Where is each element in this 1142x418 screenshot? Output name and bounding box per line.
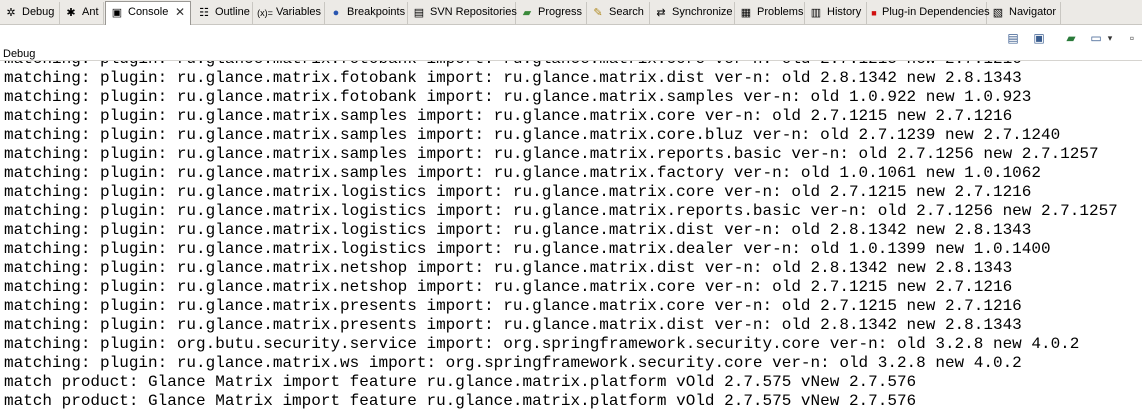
console-output[interactable]: matching: plugin: ru.glance.matrix.fotob…: [0, 61, 1142, 418]
console-line: matching: plugin: ru.glance.matrix.fotob…: [4, 69, 1022, 87]
console-line: matching: plugin: ru.glance.matrix.sampl…: [4, 107, 1013, 125]
console-line: matching: plugin: ru.glance.matrix.logis…: [4, 221, 1032, 239]
tab-console[interactable]: ▣ Console ✕: [105, 1, 191, 26]
scroll-lock-icon[interactable]: ▣: [1030, 29, 1048, 47]
variables-icon: (x)=: [257, 8, 273, 18]
tab-problems[interactable]: ▦ Problems: [735, 2, 805, 24]
console-line: matching: plugin: ru.glance.matrix.sampl…: [4, 126, 1061, 144]
console-line: matching: plugin: ru.glance.matrix.netsh…: [4, 259, 1013, 277]
outline-icon: ☷: [199, 7, 209, 19]
console-line: matching: plugin: ru.glance.matrix.sampl…: [4, 164, 1041, 182]
console-line: matching: plugin: ru.glance.matrix.logis…: [4, 183, 1032, 201]
tab-label: SVN Repositories: [430, 6, 517, 18]
console-line: matching: plugin: ru.glance.matrix.logis…: [4, 202, 1118, 220]
tab-label: Navigator: [1009, 6, 1057, 18]
navigator-icon: ▧: [992, 7, 1004, 19]
tab-label: Plug-in Dependencies: [882, 6, 990, 18]
tab-label: Breakpoints: [347, 6, 406, 18]
debug-icon: ✲: [6, 7, 16, 19]
console-line: matching: plugin: ru.glance.matrix.netsh…: [4, 278, 1013, 296]
tab-history[interactable]: ▥ History: [805, 2, 867, 24]
problems-icon: ▦: [740, 7, 752, 19]
tab-synchronize[interactable]: ⇄ Synchronize: [650, 2, 735, 24]
view-tab-bar: ✲ Debug ✱ Ant ▣ Console ✕ ☷ Outline (x)=…: [0, 0, 1142, 26]
tab-label: Progress: [538, 6, 583, 18]
tab-breakpoints[interactable]: ● Breakpoints: [325, 2, 408, 24]
console-line: matching: plugin: org.butu.security.serv…: [4, 335, 1080, 353]
svn-icon: ▤: [413, 7, 425, 19]
console-toolbar: Debug ▤ ▣ ▰ ▭ ▾ ▫: [0, 25, 1142, 61]
minimize-icon[interactable]: ▫: [1123, 29, 1141, 47]
ant-icon: ✱: [66, 7, 76, 19]
tab-svn-repositories[interactable]: ▤ SVN Repositories: [408, 2, 517, 24]
synchronize-icon: ⇄: [656, 7, 666, 19]
tab-label: Synchronize: [672, 6, 733, 18]
breakpoints-icon: ●: [332, 7, 340, 19]
view-menu-icon[interactable]: ▾: [1104, 29, 1116, 47]
progress-icon: ▰: [522, 7, 532, 19]
tab-label: Console: [128, 6, 169, 18]
search-icon: ✎: [593, 7, 603, 19]
console-line: matching: plugin: ru.glance.matrix.sampl…: [4, 145, 1099, 163]
pin-console-icon[interactable]: ▰: [1062, 29, 1080, 47]
tab-label: Debug: [22, 6, 55, 18]
console-line: match product: Glance Matrix import feat…: [4, 392, 917, 410]
close-icon[interactable]: ✕: [174, 6, 186, 18]
display-console-icon[interactable]: ▭: [1087, 29, 1105, 47]
tab-outline[interactable]: ☷ Outline: [193, 2, 253, 24]
tab-navigator[interactable]: ▧ Navigator: [987, 2, 1061, 24]
tab-label: Ant: [82, 6, 99, 18]
console-line: matching: plugin: ru.glance.matrix.logis…: [4, 240, 1051, 258]
clear-console-icon[interactable]: ▤: [1004, 29, 1022, 47]
tab-label: Outline: [215, 6, 250, 18]
console-line: matching: plugin: ru.glance.matrix.ws im…: [4, 354, 1022, 372]
console-line: matching: plugin: ru.glance.matrix.fotob…: [4, 61, 1118, 69]
plugin-dependencies-icon: ■: [871, 8, 877, 18]
tab-label: Variables: [276, 6, 322, 18]
console-line: matching: plugin: ru.glance.matrix.prese…: [4, 316, 1022, 334]
tab-progress[interactable]: ▰ Progress: [516, 2, 587, 24]
tab-search[interactable]: ✎ Search: [587, 2, 650, 24]
tab-label: Problems: [757, 6, 804, 18]
tab-label: History: [827, 6, 862, 18]
console-view-label: Debug: [3, 48, 36, 60]
console-icon: ▣: [111, 7, 123, 19]
console-text: matching: plugin: ru.glance.matrix.fotob…: [4, 61, 1118, 411]
console-line: match product: Glance Matrix import feat…: [4, 373, 917, 391]
tab-ant[interactable]: ✱ Ant: [60, 2, 104, 24]
history-icon: ▥: [810, 7, 822, 19]
console-line: matching: plugin: ru.glance.matrix.fotob…: [4, 88, 1032, 106]
tab-variables[interactable]: (x)= Variables: [253, 2, 325, 24]
tab-debug[interactable]: ✲ Debug: [0, 2, 60, 24]
tab-label: Search: [609, 6, 644, 18]
tab-plugin-dependencies[interactable]: ■ Plug-in Dependencies: [867, 2, 990, 24]
console-line: matching: plugin: ru.glance.matrix.prese…: [4, 297, 1022, 315]
